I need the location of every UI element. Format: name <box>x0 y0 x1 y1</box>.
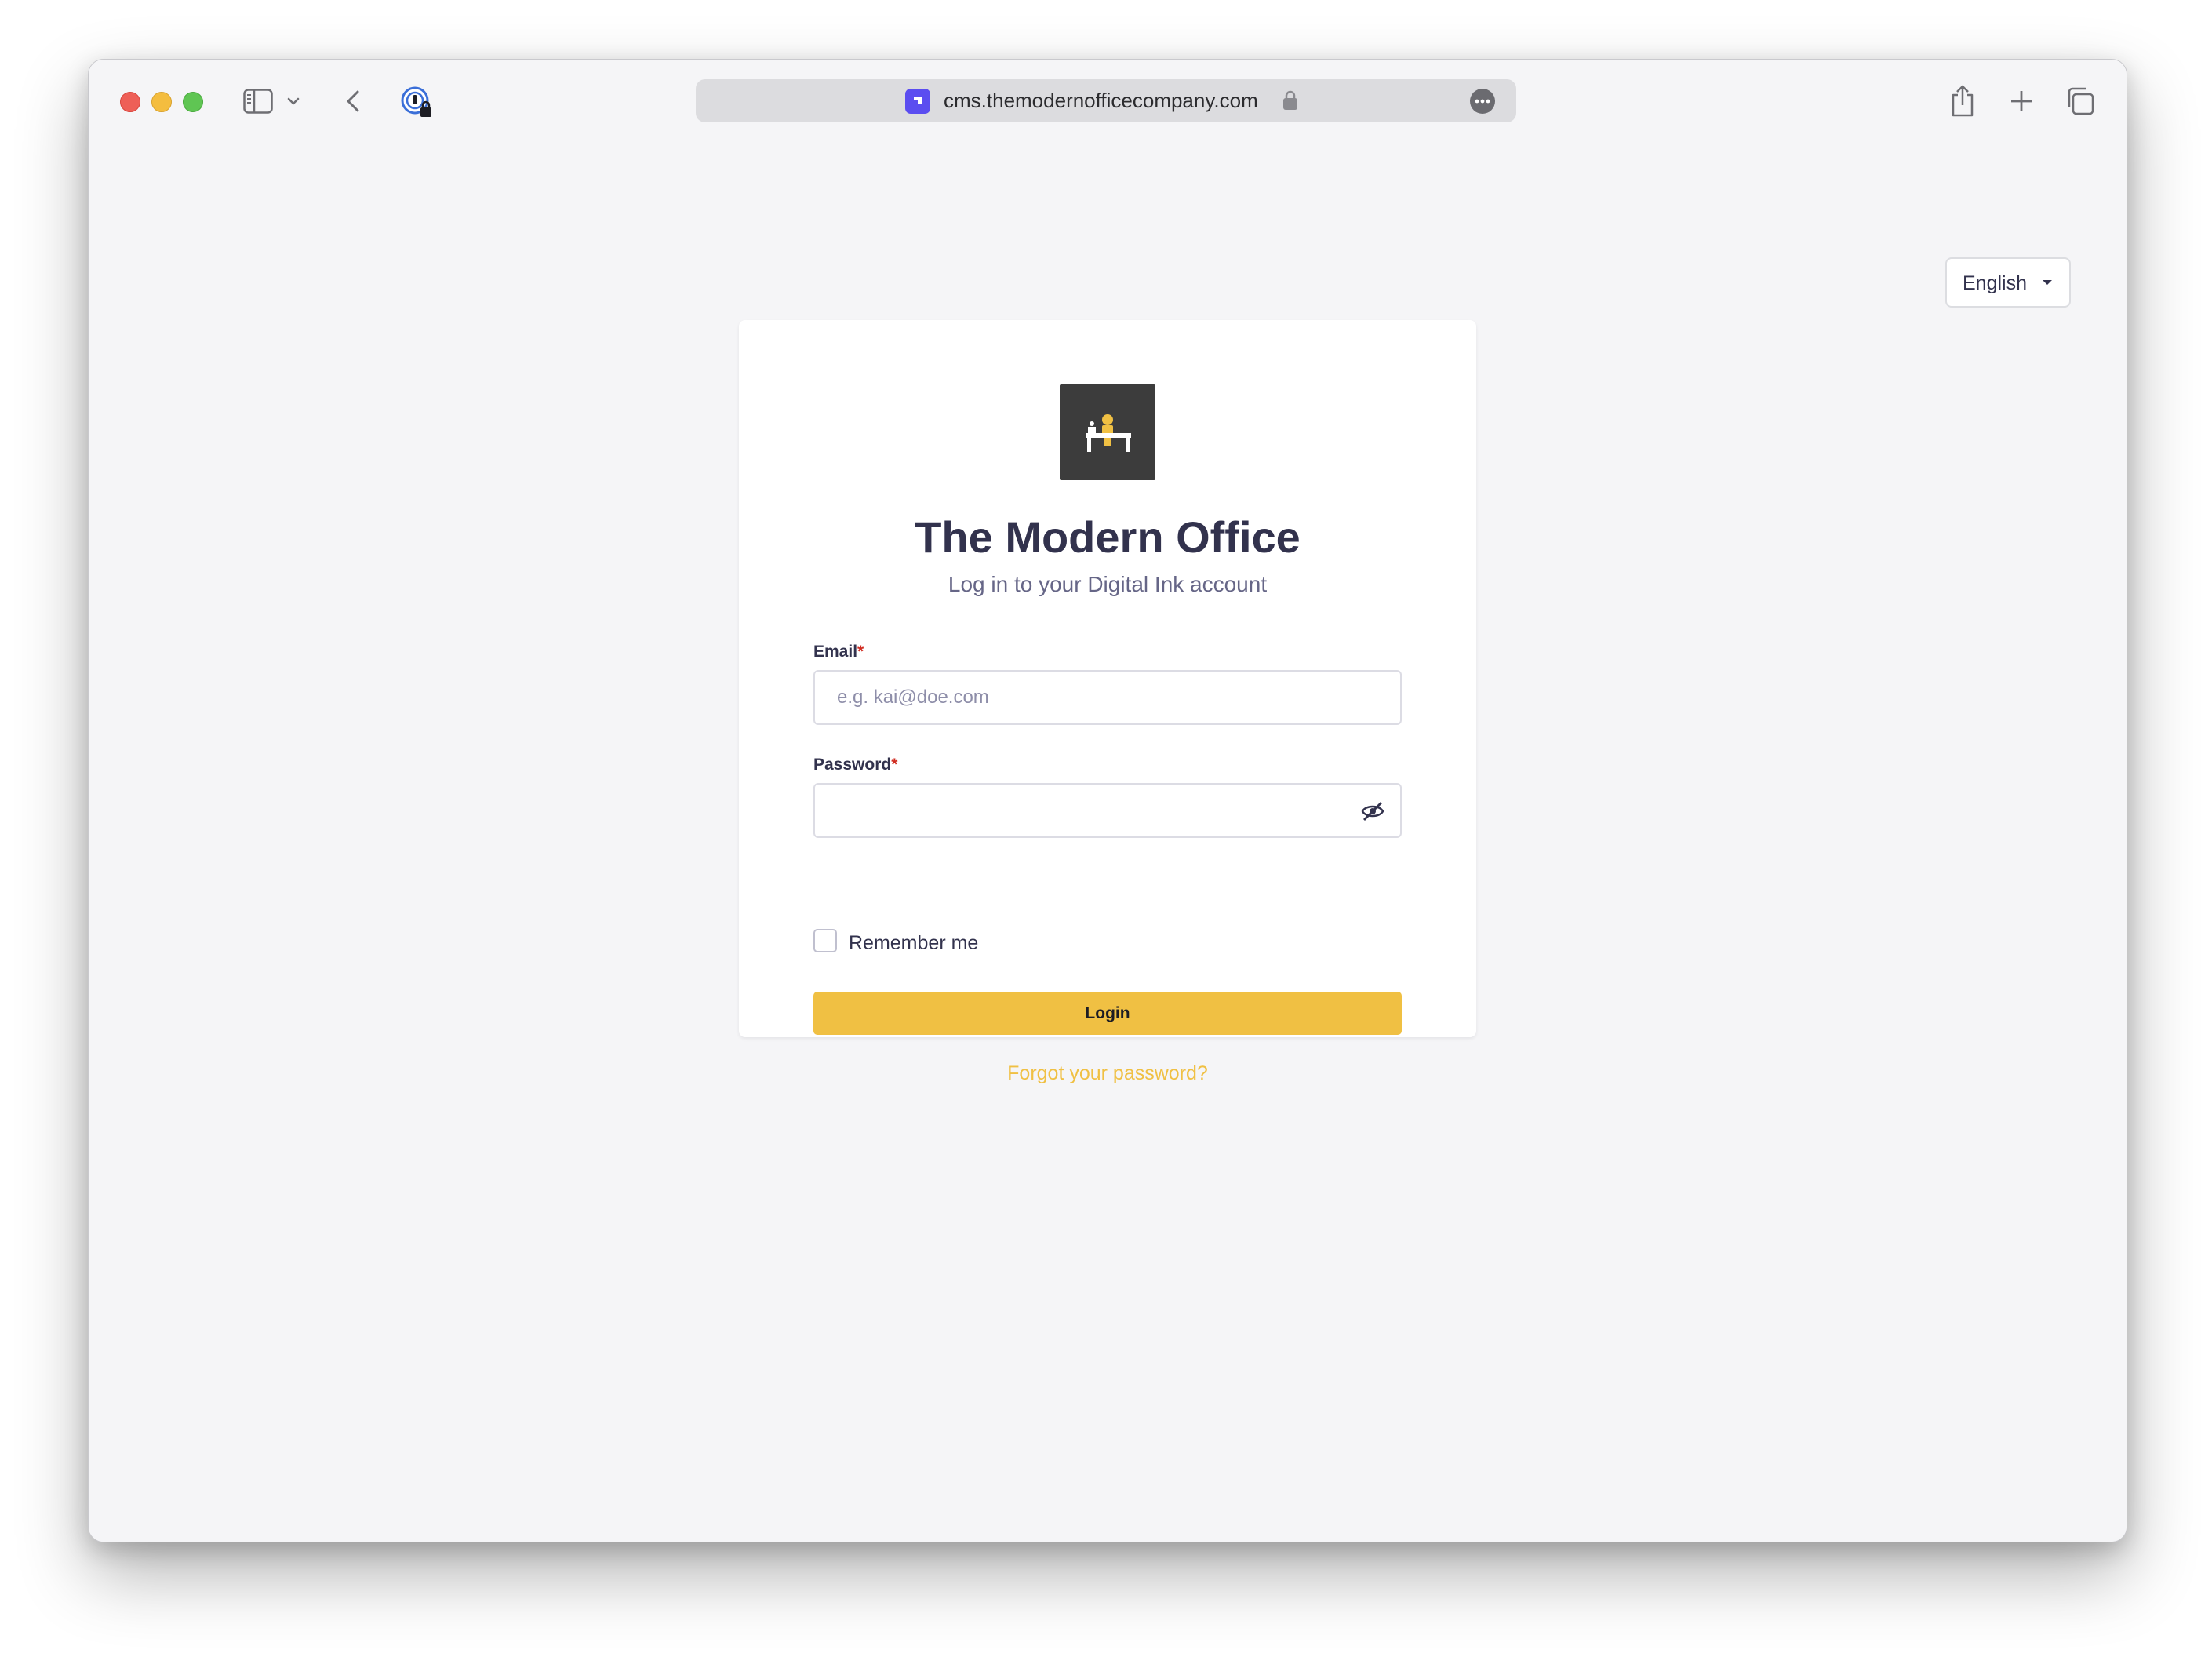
browser-window: cms.themodernofficecompany.com English T… <box>88 59 2127 1542</box>
plus-icon[interactable] <box>2006 86 2037 117</box>
caret-down-icon <box>2043 280 2052 285</box>
zoom-window-button[interactable] <box>183 92 203 112</box>
tab-overview-icon[interactable] <box>2064 85 2097 118</box>
lock-icon <box>1282 90 1298 115</box>
required-mark: * <box>891 756 898 774</box>
page-content: English The Modern Office Log in to your… <box>89 143 2127 1542</box>
site-favicon <box>905 89 930 114</box>
login-card: The Modern Office Log in to your Digital… <box>739 320 1476 1037</box>
forgot-password-text[interactable]: Forgot your password? <box>1007 1062 1208 1084</box>
email-label: Email* <box>813 643 864 661</box>
chevron-down-icon[interactable] <box>285 93 302 110</box>
address-bar[interactable]: cms.themodernofficecompany.com <box>696 79 1516 122</box>
required-mark: * <box>857 643 864 661</box>
url-text: cms.themodernofficecompany.com <box>944 89 1258 112</box>
language-select[interactable]: English <box>1945 257 2071 308</box>
back-arrow-icon[interactable] <box>341 86 365 116</box>
password-label: Password* <box>813 756 897 774</box>
more-icon[interactable] <box>1470 89 1495 114</box>
sidebar-toggle-icon[interactable] <box>242 87 274 115</box>
email-label-text: Email <box>813 643 858 661</box>
brand-subtitle: Log in to your Digital Ink account <box>948 572 1268 596</box>
email-placeholder: e.g. kai@doe.com <box>837 686 989 708</box>
remember-me-label: Remember me <box>849 932 979 954</box>
password-manager-icon[interactable] <box>399 85 434 119</box>
password-field[interactable] <box>813 783 1402 838</box>
remember-me-checkbox[interactable] <box>813 929 837 952</box>
share-icon[interactable] <box>1947 82 1978 119</box>
language-select-value: English <box>1963 272 2027 294</box>
login-button[interactable]: Login <box>813 992 1402 1035</box>
forgot-password-link[interactable]: Forgot your password? <box>89 1062 2127 1085</box>
minimize-window-button[interactable] <box>151 92 172 112</box>
browser-toolbar: cms.themodernofficecompany.com <box>89 60 2127 143</box>
close-window-button[interactable] <box>120 92 140 112</box>
hide-password-icon[interactable] <box>1361 800 1384 828</box>
brand-title: The Modern Office <box>915 512 1301 562</box>
email-field[interactable]: e.g. kai@doe.com <box>813 670 1402 725</box>
password-label-text: Password <box>813 756 892 774</box>
company-logo <box>1060 384 1155 480</box>
